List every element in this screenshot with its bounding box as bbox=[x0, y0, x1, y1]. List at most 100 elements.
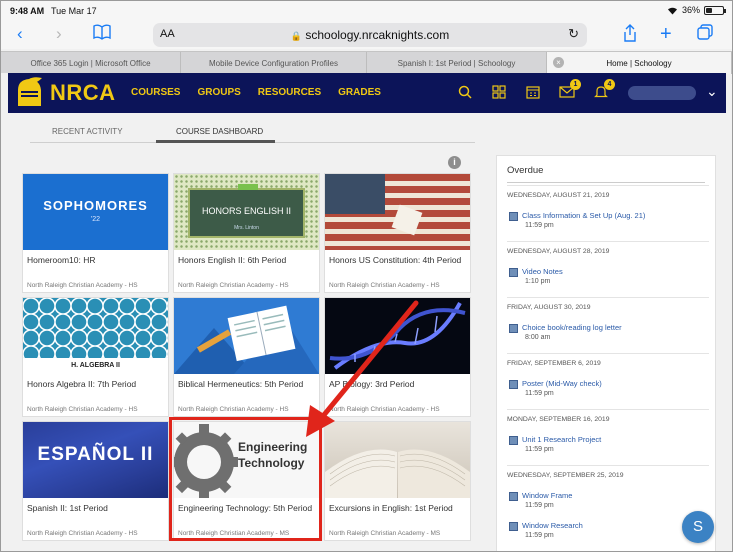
browser-tab-active[interactable]: × Home | Schoology bbox=[547, 52, 732, 74]
tab-label: Office 365 Login | Microsoft Office bbox=[30, 58, 151, 68]
assignment-icon bbox=[509, 324, 518, 333]
course-card[interactable]: SOPHOMORES '22 Homeroom10: HR North Rale… bbox=[22, 173, 169, 293]
bookmarks-icon[interactable] bbox=[93, 24, 111, 45]
tab-label: Spanish I: 1st Period | Schoology bbox=[397, 58, 516, 68]
course-image-spanish: ESPAÑOL II bbox=[23, 422, 168, 498]
course-school: North Raleigh Christian Academy - HS bbox=[27, 406, 138, 413]
overdue-item-time: 11:59 pm bbox=[525, 222, 554, 229]
brand-name[interactable]: NRCA bbox=[50, 80, 116, 106]
status-bar: 9:48 AM Tue Mar 17 36% bbox=[1, 1, 732, 21]
battery-fill bbox=[706, 7, 712, 13]
apps-grid-icon[interactable] bbox=[490, 83, 508, 101]
forward-arrow-icon[interactable]: › bbox=[56, 24, 62, 44]
overdue-item-time: 11:59 pm bbox=[525, 446, 554, 453]
notifications-badge: 4 bbox=[604, 79, 615, 90]
tab-recent-activity[interactable]: RECENT ACTIVITY bbox=[52, 127, 123, 136]
nav-courses[interactable]: COURSES bbox=[131, 87, 180, 98]
overdue-item-time: 1:10 pm bbox=[525, 278, 551, 285]
course-title[interactable]: Honors English II: 6th Period bbox=[178, 255, 316, 266]
browser-tab[interactable]: Office 365 Login | Microsoft Office bbox=[1, 52, 181, 74]
course-image-subtext: Mrs. Linton bbox=[234, 225, 259, 231]
tabs-overview-icon[interactable] bbox=[697, 24, 713, 45]
course-card[interactable]: AP Biology: 3rd Period North Raleigh Chr… bbox=[324, 297, 471, 417]
overdue-item-name[interactable]: Window Frame bbox=[522, 491, 572, 500]
overdue-item-name[interactable]: Class Information & Set Up (Aug. 21) bbox=[522, 211, 645, 220]
course-card[interactable]: Excursions in English: 1st Period North … bbox=[324, 421, 471, 541]
overdue-item-time: 8:00 am bbox=[525, 334, 551, 341]
overdue-item[interactable]: Unit 1 Research Project 11:59 pm bbox=[509, 435, 709, 457]
course-title[interactable]: AP Biology: 3rd Period bbox=[329, 379, 467, 390]
course-image-text: H. ALGEBRA II bbox=[23, 358, 168, 374]
course-card[interactable]: H. ALGEBRA II Honors Algebra II: 7th Per… bbox=[22, 297, 169, 417]
overdue-date: WEDNESDAY, SEPTEMBER 25, 2019 bbox=[507, 465, 709, 479]
notifications-bell-icon[interactable]: 4 bbox=[592, 79, 615, 101]
overdue-item[interactable]: Poster (Mid-Way check) 11:59 pm bbox=[509, 379, 709, 401]
chalkboard: HONORS ENGLISH II Mrs. Linton bbox=[188, 184, 305, 238]
overdue-item-name[interactable]: Poster (Mid-Way check) bbox=[522, 379, 602, 388]
header-icons: 1 4 bbox=[456, 79, 615, 101]
overdue-item-name[interactable]: Video Notes bbox=[522, 267, 563, 276]
calendar-icon[interactable] bbox=[524, 83, 542, 101]
course-card[interactable]: Biblical Hermeneutics: 5th Period North … bbox=[173, 297, 320, 417]
reload-icon[interactable]: ↻ bbox=[568, 26, 579, 42]
overdue-item[interactable]: Choice book/reading log letter 8:00 am bbox=[509, 323, 709, 345]
divider bbox=[507, 182, 705, 183]
nav-grades[interactable]: GRADES bbox=[338, 87, 381, 98]
course-image-sophomores: SOPHOMORES '22 bbox=[23, 174, 168, 250]
overdue-item-time: 11:59 pm bbox=[525, 390, 554, 397]
course-title[interactable]: Biblical Hermeneutics: 5th Period bbox=[178, 379, 316, 390]
course-title[interactable]: Honors US Constitution: 4th Period bbox=[329, 255, 467, 266]
overdue-date: MONDAY, SEPTEMBER 16, 2019 bbox=[507, 409, 709, 423]
url-value: schoology.nrcaknights.com bbox=[305, 28, 450, 42]
back-arrow-icon[interactable]: ‹ bbox=[17, 24, 23, 44]
close-tab-icon[interactable]: × bbox=[553, 57, 564, 68]
tab-course-dashboard[interactable]: COURSE DASHBOARD bbox=[176, 127, 263, 136]
overdue-item[interactable]: Video Notes 1:10 pm bbox=[509, 267, 709, 289]
course-card[interactable]: ESPAÑOL II Spanish II: 1st Period North … bbox=[22, 421, 169, 541]
course-card[interactable]: Honors US Constitution: 4th Period North… bbox=[324, 173, 471, 293]
browser-tab[interactable]: Spanish I: 1st Period | Schoology bbox=[367, 52, 547, 74]
course-image-constitution bbox=[325, 174, 470, 250]
chevron-down-icon[interactable]: ⌄ bbox=[706, 83, 718, 100]
overdue-item-name[interactable]: Unit 1 Research Project bbox=[522, 435, 601, 444]
browser-tab[interactable]: Mobile Device Configuration Profiles bbox=[181, 52, 367, 74]
course-title[interactable]: Excursions in English: 1st Period bbox=[329, 503, 467, 514]
overdue-date: FRIDAY, AUGUST 30, 2019 bbox=[507, 297, 709, 311]
course-image-hermeneutics bbox=[174, 298, 319, 374]
address-bar[interactable]: AA 🔒 schoology.nrcaknights.com ↻ bbox=[153, 23, 587, 47]
course-school: North Raleigh Christian Academy - HS bbox=[27, 282, 138, 289]
annotation-highlight-box bbox=[169, 417, 322, 541]
course-school: North Raleigh Christian Academy - MS bbox=[329, 530, 441, 537]
nav-resources[interactable]: RESOURCES bbox=[258, 87, 321, 98]
overdue-item-name[interactable]: Choice book/reading log letter bbox=[522, 323, 622, 332]
overdue-item[interactable]: Window Research 11:59 pm bbox=[509, 521, 709, 543]
dna-helix-illustration bbox=[329, 302, 466, 370]
overdue-item-name[interactable]: Window Research bbox=[522, 521, 583, 530]
course-image-excursions bbox=[325, 422, 470, 498]
active-tab-underline bbox=[156, 140, 275, 143]
share-icon[interactable] bbox=[623, 24, 637, 47]
course-title[interactable]: Homeroom10: HR bbox=[27, 255, 165, 266]
course-card[interactable]: HONORS ENGLISH II Mrs. Linton Honors Eng… bbox=[173, 173, 320, 293]
dashboard-tabs: RECENT ACTIVITY COURSE DASHBOARD bbox=[30, 121, 475, 143]
battery-percent: 36% bbox=[681, 5, 700, 15]
user-name-blurred[interactable] bbox=[628, 86, 696, 100]
messages-icon[interactable]: 1 bbox=[558, 79, 581, 101]
chat-avatar-button[interactable]: S bbox=[682, 511, 714, 543]
course-title[interactable]: Honors Algebra II: 7th Period bbox=[27, 379, 165, 390]
overdue-item[interactable]: Class Information & Set Up (Aug. 21) 11:… bbox=[509, 211, 709, 233]
course-title[interactable]: Spanish II: 1st Period bbox=[27, 503, 165, 514]
overdue-date: WEDNESDAY, AUGUST 28, 2019 bbox=[507, 241, 709, 255]
knight-helmet-logo[interactable] bbox=[12, 76, 46, 109]
overdue-item[interactable]: Window Frame 11:59 pm bbox=[509, 491, 709, 513]
assignment-icon bbox=[509, 212, 518, 221]
nav-groups[interactable]: GROUPS bbox=[197, 87, 240, 98]
info-icon[interactable]: i bbox=[448, 156, 461, 169]
browser-toolbar: ‹ › AA 🔒 schoology.nrcaknights.com ↻ + bbox=[1, 21, 732, 49]
new-tab-plus-icon[interactable]: + bbox=[660, 24, 672, 44]
document-scrap bbox=[391, 204, 423, 236]
course-image-honors-english: HONORS ENGLISH II Mrs. Linton bbox=[174, 174, 319, 250]
main-nav: COURSES GROUPS RESOURCES GRADES bbox=[131, 87, 381, 98]
search-icon[interactable] bbox=[456, 83, 474, 101]
messages-badge: 1 bbox=[570, 79, 581, 90]
